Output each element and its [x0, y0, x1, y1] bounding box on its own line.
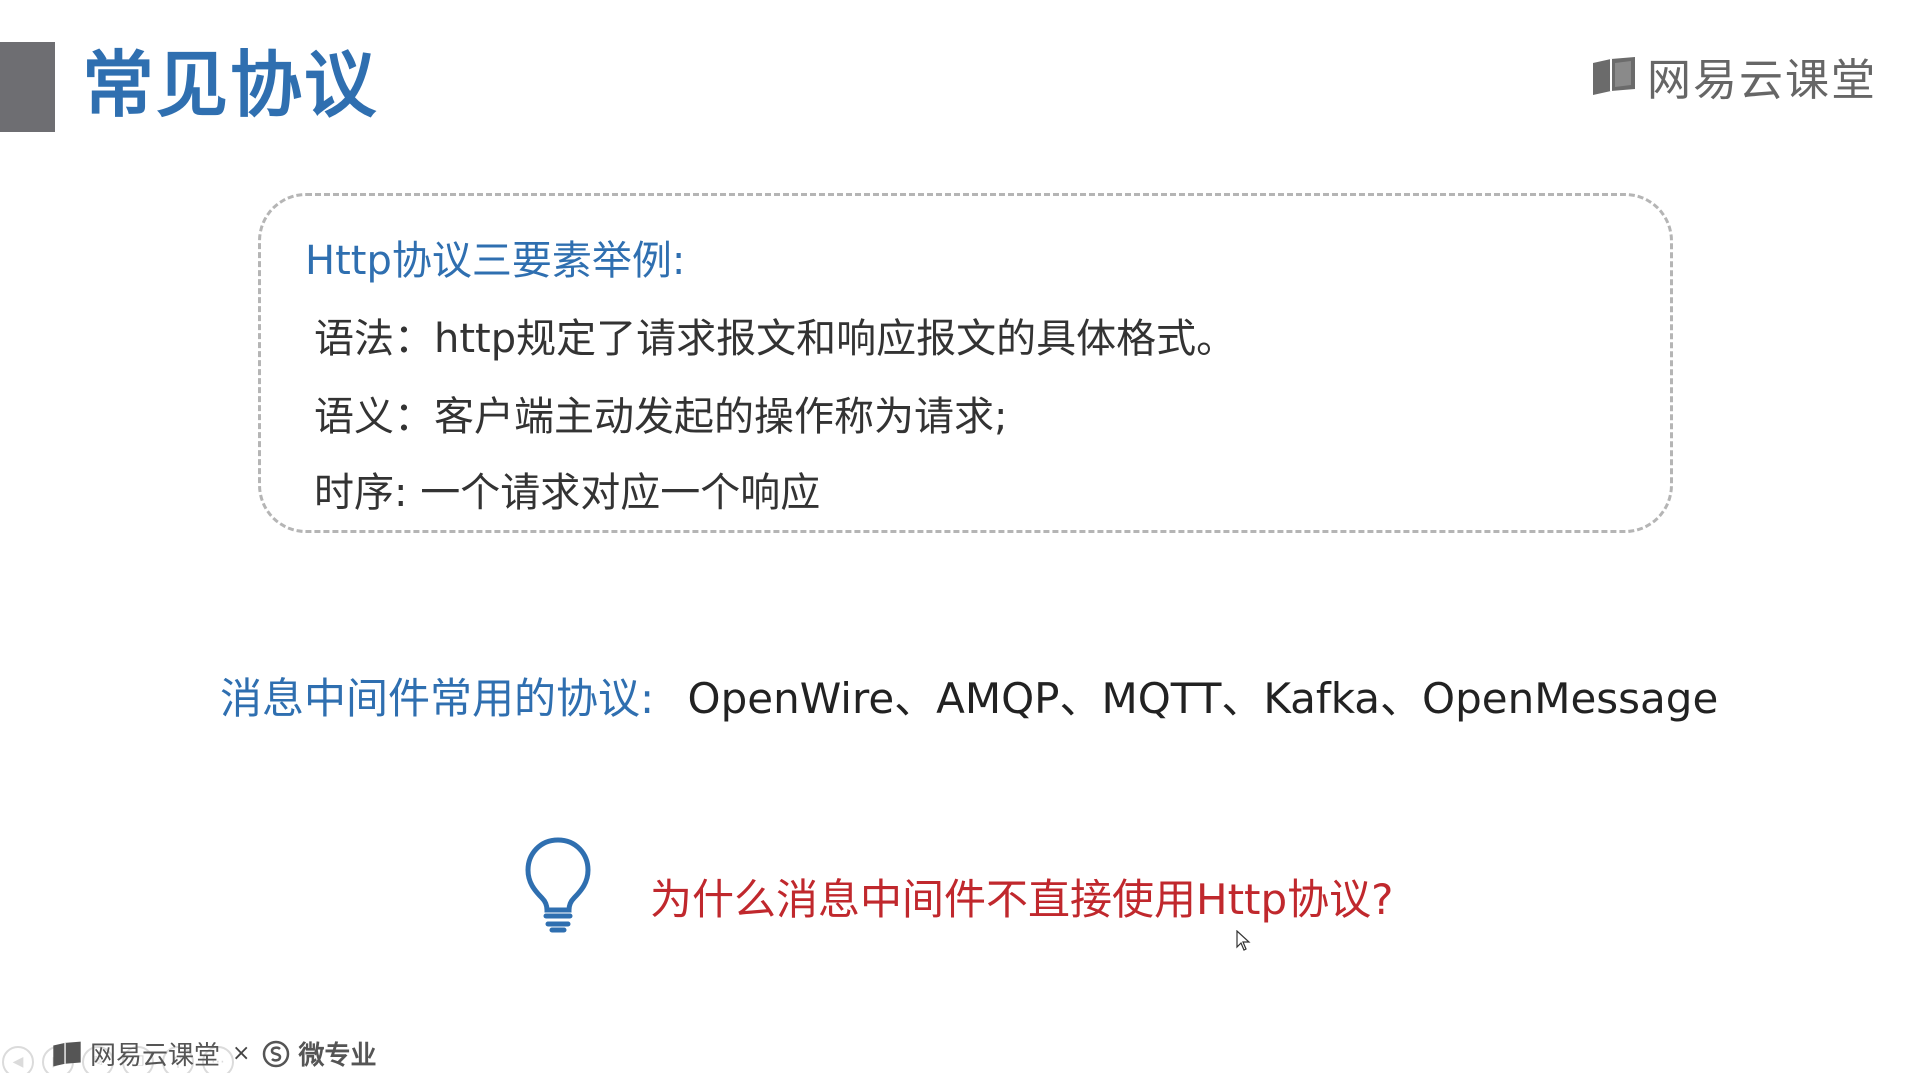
book-logo-icon	[1593, 57, 1635, 95]
footer-branding: 网易云课堂 × 微专业	[52, 1035, 376, 1072]
footer-separator: ×	[232, 1041, 251, 1066]
syntax-line: 语法：http规定了请求报文和响应报文的具体格式。	[314, 316, 1237, 362]
protocols-value: OpenWire、AMQP、MQTT、Kafka、OpenMessage	[687, 674, 1719, 723]
s-circle-icon	[263, 1040, 290, 1067]
timing-line: 时序: 一个请求对应一个响应	[314, 470, 821, 516]
question-text: 为什么消息中间件不直接使用Http协议?	[650, 875, 1394, 924]
brand-logo: 网易云课堂	[1591, 44, 1877, 108]
footer-brand: 网易云课堂	[90, 1041, 221, 1071]
brand-name: 网易云课堂	[1647, 55, 1877, 106]
lightbulb-icon	[525, 837, 591, 933]
prev-icon[interactable]: ◀	[2, 1046, 34, 1073]
box-heading: Http协议三要素举例:	[305, 238, 686, 284]
title-accent-bar	[0, 42, 55, 132]
semantics-line: 语义：客户端主动发起的操作称为请求;	[314, 394, 1008, 440]
book-logo-icon	[53, 1041, 81, 1066]
slide: 常见协议 网易云课堂 Http协议三要素举例: 语法：http规定了请求报文和响…	[0, 0, 1909, 1073]
mouse-cursor-icon	[1236, 930, 1251, 951]
protocols-line: 消息中间件常用的协议: OpenWire、AMQP、MQTT、Kafka、Ope…	[220, 665, 1718, 726]
protocols-label: 消息中间件常用的协议:	[220, 674, 655, 723]
footer-partner: 微专业	[298, 1041, 377, 1071]
page-title: 常见协议	[82, 43, 379, 127]
